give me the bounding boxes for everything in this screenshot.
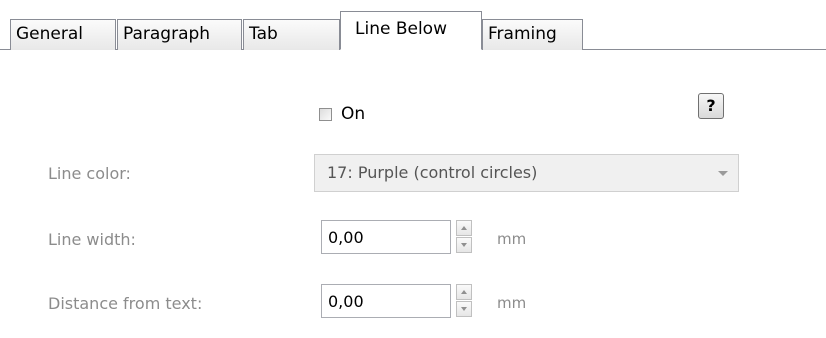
line-width-label: Line width: xyxy=(48,230,136,249)
on-checkbox[interactable] xyxy=(319,107,332,121)
line-color-dropdown[interactable]: 17: Purple (control circles) xyxy=(314,154,739,192)
distance-from-text-spinner xyxy=(456,284,472,318)
line-width-decrement-button[interactable] xyxy=(456,237,472,253)
arrow-up-icon xyxy=(461,290,467,294)
arrow-up-icon xyxy=(461,226,467,230)
distance-from-text-label: Distance from text: xyxy=(48,294,203,313)
distance-from-text-unit: mm xyxy=(497,294,527,312)
line-width-spinner xyxy=(456,220,472,254)
on-checkbox-label: On xyxy=(341,104,366,124)
chevron-down-icon xyxy=(718,171,728,176)
tab-bar: General Paragraph Tab Line Below Framing xyxy=(0,0,826,50)
help-button[interactable]: ? xyxy=(698,93,724,119)
line-color-value: 17: Purple (control circles) xyxy=(327,163,538,182)
arrow-down-icon xyxy=(461,307,467,311)
line-color-label: Line color: xyxy=(48,164,131,183)
tab-tab[interactable]: Tab xyxy=(243,19,340,50)
distance-from-text-input[interactable] xyxy=(321,284,451,318)
tab-framing[interactable]: Framing xyxy=(482,19,583,50)
distance-decrement-button[interactable] xyxy=(456,301,472,317)
distance-increment-button[interactable] xyxy=(456,284,472,300)
tab-line-below[interactable]: Line Below xyxy=(340,11,482,50)
arrow-down-icon xyxy=(461,243,467,247)
on-checkbox-control[interactable]: On xyxy=(319,104,365,124)
line-width-increment-button[interactable] xyxy=(456,220,472,236)
tab-general[interactable]: General xyxy=(10,19,116,50)
line-width-unit: mm xyxy=(497,230,527,248)
line-width-input[interactable] xyxy=(321,220,451,254)
tab-paragraph[interactable]: Paragraph xyxy=(117,19,242,50)
